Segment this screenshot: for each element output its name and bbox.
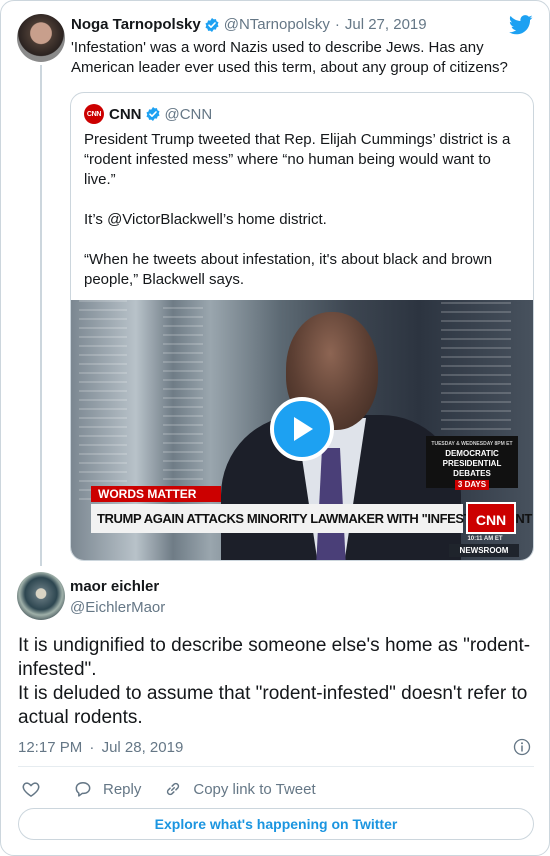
video-thumbnail[interactable]: TUESDAY & WEDNESDAY 8PM ET DEMOCRATIC PR… (71, 300, 533, 560)
reply-date: Jul 28, 2019 (101, 739, 184, 756)
explore-twitter-button[interactable]: Explore what's happening on Twitter (18, 808, 534, 840)
quoted-tweet-header: CNN CNN @CNN (84, 104, 212, 124)
author-handle[interactable]: @NTarnopolsky (224, 16, 330, 33)
tweet-actions: Reply Copy link to Tweet (21, 779, 316, 799)
quoted-paragraph: President Trump tweeted that Rep. Elijah… (84, 131, 511, 188)
play-button[interactable] (270, 397, 334, 461)
reply-author-handle[interactable]: @EichlerMaor (70, 599, 165, 616)
debate-promo: TUESDAY & WEDNESDAY 8PM ET DEMOCRATIC PR… (426, 436, 518, 490)
avatar-noga-tarnopolsky[interactable] (17, 14, 65, 62)
quoted-paragraph: It’s @VictorBlackwell’s home district. (84, 211, 327, 228)
background-building (441, 300, 511, 430)
debate-line1: DEMOCRATIC (445, 449, 499, 458)
embedded-tweet-card: Noga Tarnopolsky @NTarnopolsky · Jul 27,… (0, 0, 550, 856)
reply-paragraph: It is deluded to assume that "rodent-inf… (18, 683, 528, 728)
reply-button[interactable]: Reply (73, 779, 141, 799)
reply-time: 12:17 PM (18, 739, 83, 756)
verified-badge-icon (145, 107, 160, 121)
tweet-date[interactable]: Jul 27, 2019 (345, 16, 427, 33)
copy-link-button[interactable]: Copy link to Tweet (163, 779, 316, 799)
headline-chyron: TRUMP AGAIN ATTACKS MINORITY LAWMAKER WI… (91, 504, 532, 533)
quoted-tweet-text: President Trump tweeted that Rep. Elijah… (84, 130, 524, 290)
background-building (79, 300, 127, 500)
actions-divider (18, 766, 534, 767)
broadcast-time: 10:11 AM ET (467, 536, 503, 542)
link-icon (167, 782, 180, 796)
reply-icon (75, 782, 91, 797)
reply-label: Reply (103, 780, 142, 798)
background-building (163, 300, 203, 480)
avatar-maor-eichler[interactable] (17, 572, 65, 620)
reply-paragraph: It is undignified to describe someone el… (18, 635, 531, 680)
quoted-paragraph: “When he tweets about infestation, it's … (84, 251, 493, 288)
reply-author-name[interactable]: maor eichler (70, 578, 159, 595)
debate-line2: PRESIDENTIAL DEBATES (442, 459, 502, 478)
original-tweet-text: 'Infestation' was a word Nazis used to d… (71, 39, 508, 76)
debate-days: 3 DAYS (454, 480, 490, 490)
quoted-tweet[interactable]: CNN CNN @CNN President Trump tweeted tha… (70, 92, 534, 561)
info-icon[interactable] (513, 738, 531, 756)
cnn-network-bug: CNN (466, 502, 516, 534)
thread-connector-line (40, 65, 42, 566)
cnn-avatar: CNN (84, 104, 104, 124)
twitter-bird-icon[interactable] (509, 15, 533, 35)
words-matter-banner: WORDS MATTER (91, 486, 221, 502)
show-name: NEWSROOM (449, 544, 519, 557)
debate-dates: TUESDAY & WEDNESDAY 8PM ET (431, 441, 513, 447)
copy-link-label: Copy link to Tweet (193, 780, 316, 798)
header-separator: · (334, 16, 340, 33)
quoted-author-handle: @CNN (164, 105, 213, 123)
like-button[interactable] (21, 779, 51, 799)
author-name[interactable]: Noga Tarnopolsky (71, 16, 201, 33)
reply-tweet-text: It is undignified to describe someone el… (18, 634, 538, 730)
heart-icon (22, 782, 40, 797)
reply-timestamp[interactable]: 12:17 PM · Jul 28, 2019 (18, 739, 183, 756)
verified-badge-icon (205, 17, 219, 32)
quoted-author-name: CNN (109, 105, 142, 123)
timestamp-separator: · (89, 739, 95, 756)
original-tweet-header: Noga Tarnopolsky @NTarnopolsky · Jul 27,… (71, 16, 427, 33)
play-icon (294, 417, 313, 441)
